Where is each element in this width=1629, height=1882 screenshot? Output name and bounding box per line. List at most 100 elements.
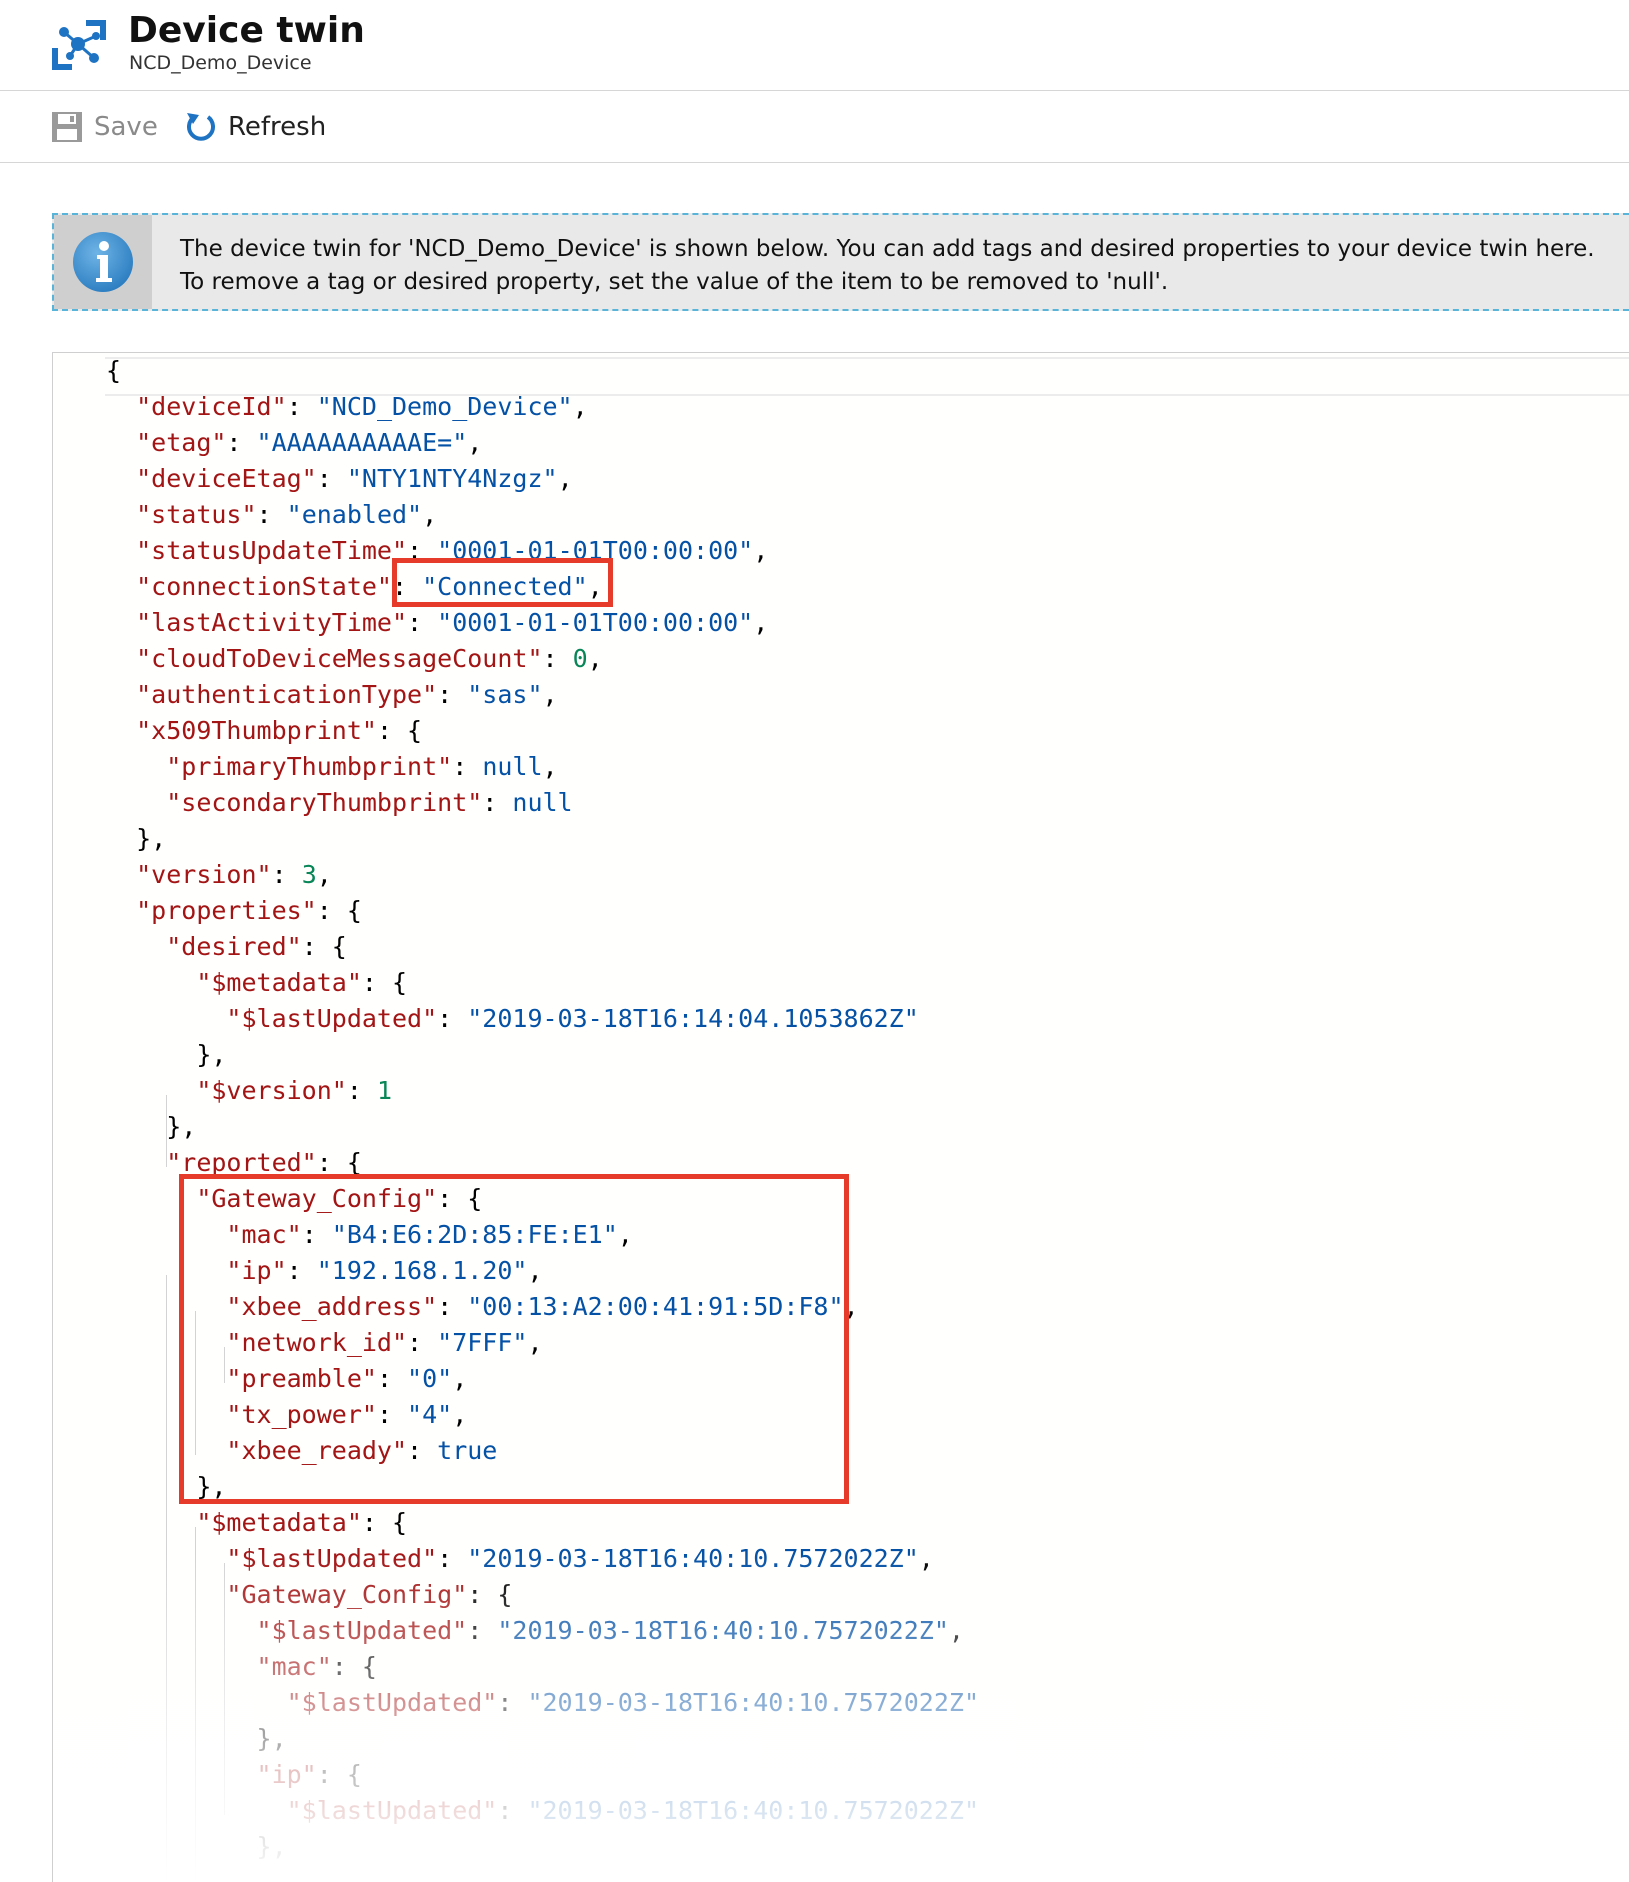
gateway-config-highlight (179, 1174, 849, 1504)
json-punctuation: }, (166, 1112, 197, 1141)
json-punctuation: , (542, 752, 558, 781)
json-key: "secondaryThumbprint" (166, 788, 483, 817)
json-key: "reported" (166, 1148, 317, 1177)
json-key: "x509Thumbprint" (136, 716, 377, 745)
code-line[interactable]: "secondaryThumbprint": null (106, 785, 979, 821)
json-string: "AAAAAAAAAAE=" (256, 428, 468, 457)
code-line[interactable]: "$version": 1 (106, 1073, 979, 1109)
json-key: "statusUpdateTime" (136, 536, 408, 565)
refresh-button[interactable]: Refresh (184, 109, 326, 145)
json-punctuation: , (316, 860, 332, 889)
json-punctuation: : { (316, 1148, 362, 1177)
json-punctuation: : (407, 608, 438, 637)
json-number: 1 (376, 1076, 392, 1105)
device-name-subtitle: NCD_Demo_Device (129, 52, 312, 74)
info-text-line-2: To remove a tag or desired property, set… (180, 269, 1169, 295)
code-line[interactable]: "deviceEtag": "NTY1NTY4Nzgz", (106, 461, 979, 497)
code-line[interactable]: }, (106, 1037, 979, 1073)
code-line[interactable]: "deviceId": "NCD_Demo_Device", (106, 389, 979, 425)
json-key: "status" (136, 500, 257, 529)
json-punctuation: : { (376, 716, 423, 745)
code-line[interactable]: "$lastUpdated": "2019-03-18T16:14:04.105… (106, 1001, 979, 1037)
json-key: "etag" (136, 428, 227, 457)
iot-device-icon (52, 20, 106, 70)
code-line[interactable]: "lastActivityTime": "0001-01-01T00:00:00… (106, 605, 979, 641)
scroll-fade (53, 1552, 1629, 1882)
code-line[interactable]: }, (106, 1109, 979, 1145)
info-text: The device twin for 'NCD_Demo_Device' is… (180, 233, 1595, 299)
json-punctuation: : (346, 1076, 377, 1105)
code-line[interactable]: { (106, 353, 979, 389)
info-icon (73, 232, 133, 292)
json-punctuation: : (226, 428, 257, 457)
json-key: "desired" (166, 932, 302, 961)
json-key: "authenticationType" (136, 680, 438, 709)
refresh-label: Refresh (228, 112, 327, 142)
json-string: "2019-03-18T16:14:04.1053862Z" (467, 1004, 919, 1033)
refresh-icon (187, 113, 215, 141)
code-line[interactable]: "x509Thumbprint": { (106, 713, 979, 749)
json-punctuation: }, (136, 824, 167, 853)
json-key: "deviceId" (136, 392, 287, 421)
blade-header: Device twin NCD_Demo_Device (0, 0, 1629, 91)
json-punctuation: : (256, 500, 287, 529)
json-punctuation: , (753, 536, 769, 565)
code-line[interactable]: }, (106, 821, 979, 857)
info-icon-box (54, 215, 152, 309)
json-punctuation: : { (361, 968, 408, 997)
code-line[interactable]: "$metadata": { (106, 1505, 979, 1541)
json-key: "primaryThumbprint" (166, 752, 453, 781)
json-key: "version" (136, 860, 272, 889)
json-punctuation: }, (196, 1040, 227, 1069)
code-line[interactable]: "primaryThumbprint": null, (106, 749, 979, 785)
json-punctuation: , (422, 500, 438, 529)
save-label: Save (94, 112, 158, 142)
json-punctuation: : (437, 680, 468, 709)
json-string: "NTY1NTY4Nzgz" (346, 464, 558, 493)
json-key: "deviceEtag" (136, 464, 317, 493)
code-line[interactable]: "desired": { (106, 929, 979, 965)
code-line[interactable]: "version": 3, (106, 857, 979, 893)
json-punctuation: : (286, 392, 317, 421)
json-punctuation: , (557, 464, 573, 493)
json-string: "enabled" (286, 500, 423, 529)
json-key: "connectionState" (136, 572, 392, 601)
json-punctuation: : (452, 752, 483, 781)
json-key: "cloudToDeviceMessageCount" (136, 644, 543, 673)
json-string: "sas" (467, 680, 543, 709)
code-line[interactable]: "etag": "AAAAAAAAAAE=", (106, 425, 979, 461)
json-key: "$lastUpdated" (226, 1004, 438, 1033)
json-string: "0001-01-01T00:00:00" (437, 608, 754, 637)
json-number: 0 (572, 644, 588, 673)
save-button[interactable]: Save (50, 109, 158, 145)
code-line[interactable]: "status": "enabled", (106, 497, 979, 533)
json-number: 3 (301, 860, 317, 889)
code-line[interactable]: "cloudToDeviceMessageCount": 0, (106, 641, 979, 677)
page-title: Device twin (128, 10, 365, 51)
json-key: "$metadata" (196, 1508, 362, 1537)
json-punctuation: { (106, 356, 122, 385)
code-line[interactable]: "$metadata": { (106, 965, 979, 1001)
json-key: "properties" (136, 896, 317, 925)
json-punctuation: , (572, 392, 588, 421)
json-punctuation: , (542, 680, 558, 709)
json-editor[interactable]: { "deviceId": "NCD_Demo_Device", "etag":… (52, 352, 1629, 1882)
code-line[interactable]: "properties": { (106, 893, 979, 929)
code-line[interactable]: "authenticationType": "sas", (106, 677, 979, 713)
